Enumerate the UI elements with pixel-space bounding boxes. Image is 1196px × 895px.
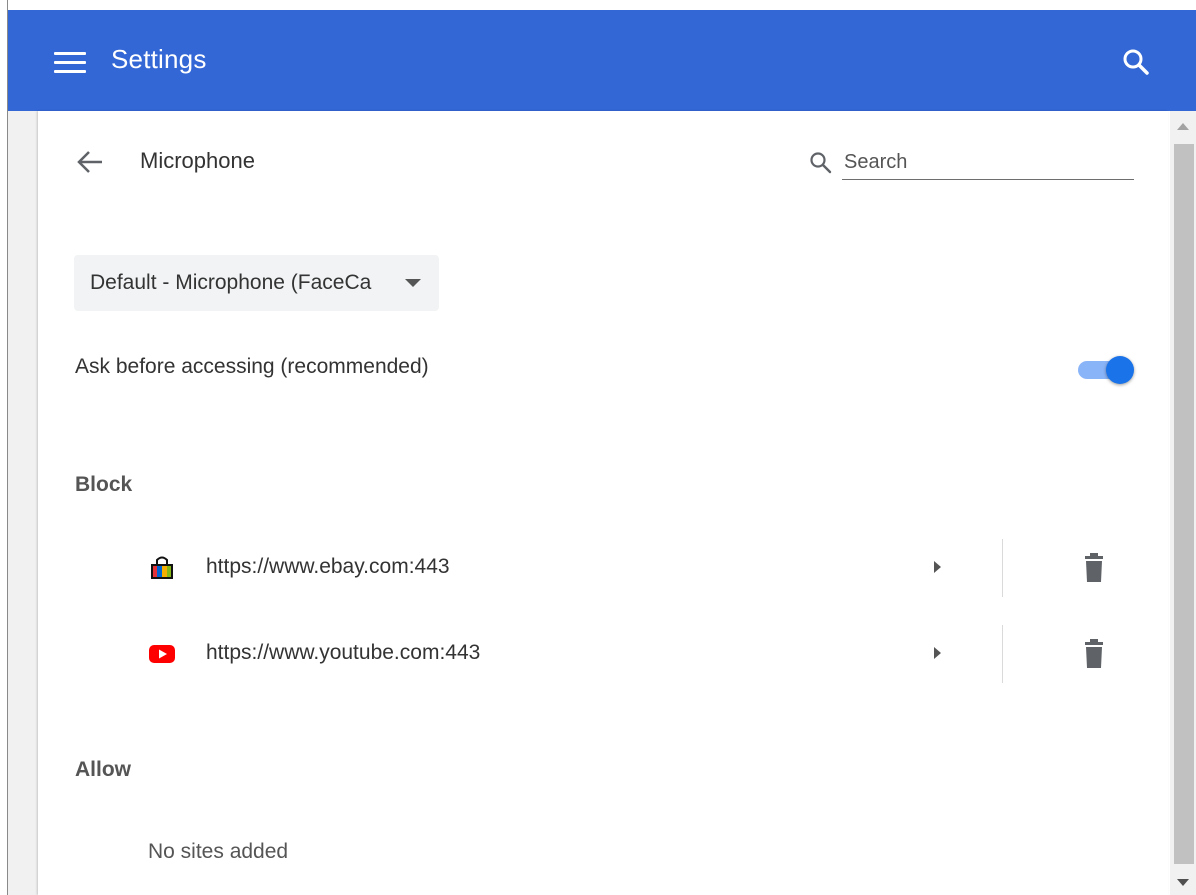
window-top-strip (8, 0, 1196, 10)
settings-card (38, 111, 1168, 895)
row-divider (1002, 539, 1003, 597)
row-divider (1002, 625, 1003, 683)
window-left-edge (0, 0, 8, 895)
block-heading: Block (75, 473, 133, 496)
search-icon[interactable] (1120, 46, 1152, 78)
vertical-scrollbar[interactable] (1170, 111, 1196, 895)
chevron-right-icon[interactable] (934, 561, 941, 573)
no-sites-text: No sites added (148, 840, 289, 863)
trash-icon[interactable] (1080, 553, 1108, 585)
back-arrow-icon[interactable] (76, 148, 104, 176)
settings-window: Settings Microphone Default - Microph (0, 0, 1196, 895)
left-gutter (8, 111, 38, 895)
chevron-right-icon[interactable] (934, 647, 941, 659)
scroll-up-arrow-icon[interactable] (1177, 123, 1189, 130)
ebay-favicon-icon (146, 555, 178, 581)
scroll-thumb[interactable] (1174, 144, 1194, 864)
toggle-knob (1106, 356, 1134, 384)
app-title: Settings (111, 44, 207, 74)
page-title: Microphone (140, 148, 255, 173)
block-site-row[interactable]: https://www.youtube.com:443 (140, 625, 1130, 683)
selected-device: Default - Microphone (FaceCa (90, 271, 372, 294)
chevron-down-icon[interactable] (405, 279, 421, 287)
hamburger-menu-icon[interactable] (54, 52, 86, 74)
youtube-favicon-icon (146, 641, 178, 667)
block-site-row[interactable]: https://www.ebay.com:443 (140, 539, 1130, 597)
page-search (806, 144, 1136, 184)
search-icon (808, 150, 834, 176)
trash-icon[interactable] (1080, 639, 1108, 671)
ask-before-accessing-label: Ask before accessing (recommended) (75, 355, 429, 378)
site-url: https://www.youtube.com:443 (206, 641, 481, 664)
site-url: https://www.ebay.com:443 (206, 555, 450, 578)
search-input[interactable] (842, 146, 1134, 180)
allow-heading: Allow (75, 758, 131, 781)
ask-before-accessing-toggle[interactable] (1078, 356, 1136, 384)
microphone-device-select[interactable]: Default - Microphone (FaceCa (74, 255, 439, 311)
scroll-down-arrow-icon[interactable] (1177, 879, 1189, 886)
